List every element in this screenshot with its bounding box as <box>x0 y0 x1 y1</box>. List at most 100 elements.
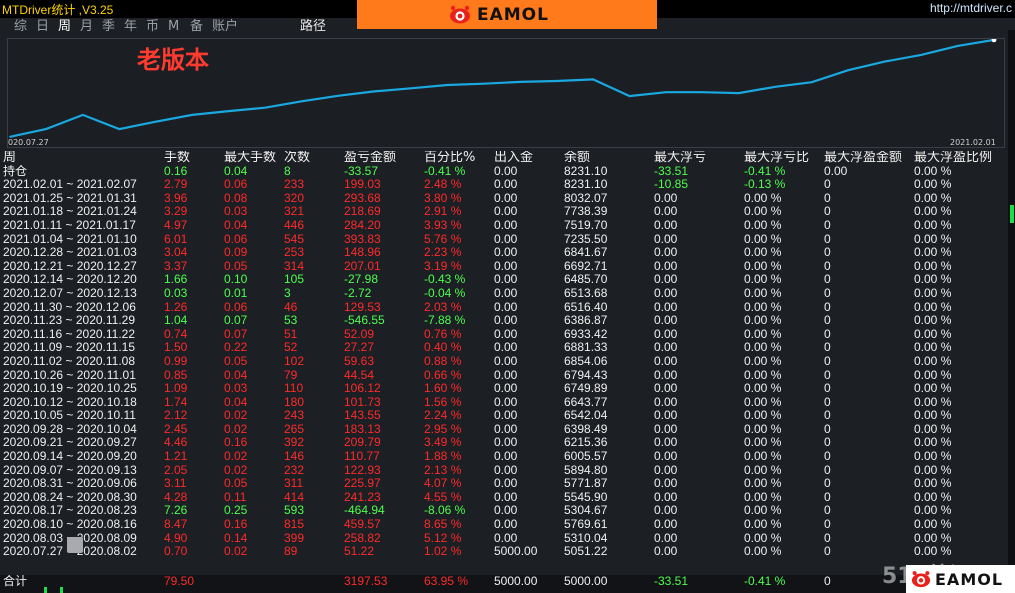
brand-badge: EAMOL <box>906 565 1015 593</box>
table-cell: 0.00 <box>494 191 518 205</box>
table-cell: 0.00 % <box>914 477 952 491</box>
chart-x-start-label: 020.07.27 <box>8 138 49 147</box>
table-row[interactable]: 2020.09.28 ~ 2020.10.04 2.45 0.02 265 183.13… <box>0 423 1008 437</box>
table-cell: 106.12 <box>344 382 381 396</box>
table-cell: 1.50 <box>164 341 188 355</box>
table-cell: 3197.53 <box>344 575 388 588</box>
table-row[interactable]: 2020.11.02 ~ 2020.11.08 0.99 0.05 102 59.63 0… <box>0 355 1008 369</box>
table-cell: 0.70 <box>164 545 188 559</box>
equity-point <box>154 120 157 123</box>
tab-6[interactable]: 币 <box>146 18 159 36</box>
table-cell: 0.00 <box>494 341 518 355</box>
table-cell: 0.66 % <box>424 368 462 382</box>
tab-9[interactable]: 账户 <box>212 18 238 36</box>
table-cell: 0.00 % <box>914 368 952 382</box>
brand-badge-name: EAMOL <box>935 570 1004 589</box>
table-row[interactable]: 2020.09.07 ~ 2020.09.13 2.05 0.02 232 122.93… <box>0 464 1008 478</box>
equity-point <box>410 87 412 90</box>
table-cell: 0.04 <box>224 218 248 232</box>
table-cell: 0.00 % <box>744 490 782 504</box>
tab-2[interactable]: 周 <box>58 18 71 36</box>
table-cell: 0 <box>824 477 831 491</box>
table-row[interactable]: 2021.01.25 ~ 2021.01.31 3.96 0.08 320 293.68… <box>0 192 1008 206</box>
table-row[interactable]: 2020.11.23 ~ 2020.11.29 1.04 0.07 53 -546.55… <box>0 314 1008 328</box>
table-row[interactable]: 2020.10.12 ~ 2020.10.18 1.74 0.04 180 101.73… <box>0 396 1008 410</box>
table-cell: 0 <box>824 286 831 300</box>
table-cell: 0.14 <box>224 531 248 545</box>
table-cell: 5769.61 <box>564 518 608 532</box>
table-cell: 2020.10.26 ~ 2020.11.01 <box>3 368 136 382</box>
tab-path[interactable]: 路径 <box>300 18 326 36</box>
table-cell: 5000.00 <box>494 575 538 588</box>
table-cell: 0 <box>824 178 831 192</box>
table-cell: 0.00 % <box>914 490 952 504</box>
table-row[interactable]: 2020.08.10 ~ 2020.08.16 8.47 0.16 815 459.57… <box>0 518 1008 532</box>
table-row[interactable]: 2021.02.01 ~ 2021.02.07 2.79 0.06 233 199.03… <box>0 178 1008 192</box>
table-row[interactable]: 2020.08.17 ~ 2020.08.23 7.26 0.25 593 -464.9… <box>0 504 1008 518</box>
table-row[interactable]: 2020.10.19 ~ 2020.10.25 1.09 0.03 110 106.12… <box>0 382 1008 396</box>
table-cell: 2020.10.05 ~ 2020.10.11 <box>3 409 136 423</box>
table-row[interactable]: 2020.12.28 ~ 2021.01.03 3.04 0.09 253 148.96… <box>0 246 1008 260</box>
table-cell: 0.02 <box>224 463 248 477</box>
table-cell: 59.63 <box>344 354 375 368</box>
table-row[interactable]: 2020.08.24 ~ 2020.08.30 4.28 0.11 414 241.23… <box>0 491 1008 505</box>
tab-3[interactable]: 月 <box>80 18 93 36</box>
table-row[interactable]: 2020.11.16 ~ 2020.11.22 0.74 0.07 51 52.09 0.… <box>0 328 1008 342</box>
table-cell: 2020.12.28 ~ 2021.01.03 <box>3 246 137 260</box>
table-cell: 0.00 <box>494 286 518 300</box>
website-url[interactable]: http://mtdriver.c <box>930 1 1012 15</box>
table-row[interactable]: 2020.12.14 ~ 2020.12.20 1.66 0.10 105 -27.98… <box>0 273 1008 287</box>
table-row[interactable]: 2020.10.05 ~ 2020.10.11 2.12 0.02 243 143.55… <box>0 409 1008 423</box>
table-row[interactable]: 2020.09.21 ~ 2020.09.27 4.46 0.16 392 209.79… <box>0 436 1008 450</box>
table-cell: 0.00 <box>494 232 518 246</box>
table-cell: 2020.12.07 ~ 2020.12.13 <box>3 286 137 300</box>
tab-0[interactable]: 综 <box>14 18 27 36</box>
eamol-logo-icon <box>450 5 470 24</box>
tab-8[interactable]: 备 <box>190 18 203 36</box>
table-row[interactable]: 2020.11.09 ~ 2020.11.15 1.50 0.22 52 27.27 0.… <box>0 341 1008 355</box>
total-row[interactable]: 合计 79.50 3197.53 63.95 % 5000.00 5000.00 -33.5… <box>0 575 1008 589</box>
table-row[interactable]: 2020.10.26 ~ 2020.11.01 0.85 0.04 79 44.54 0.… <box>0 369 1008 383</box>
table-cell: 0 <box>824 518 831 532</box>
table-cell: 0.00 % <box>914 422 952 436</box>
equity-point <box>628 95 631 97</box>
table-cell: 4.46 <box>164 436 188 450</box>
table-row[interactable]: 2021.01.11 ~ 2021.01.17 4.97 0.04 446 284.20… <box>0 219 1008 233</box>
table-cell: 122.93 <box>344 463 381 477</box>
small-overlay-button[interactable] <box>67 537 83 553</box>
table-cell: 1.02 % <box>424 545 462 559</box>
column-header: 盈亏金额 <box>344 151 397 165</box>
table-cell: -33.51 <box>654 164 689 178</box>
table-cell: 101.73 <box>344 395 381 409</box>
table-row[interactable]: 2020.08.31 ~ 2020.09.06 3.11 0.05 311 225.97… <box>0 477 1008 491</box>
equity-point <box>82 114 84 116</box>
table-cell: 1.26 <box>164 300 188 314</box>
tab-4[interactable]: 季 <box>102 18 115 36</box>
table-cell: 53 <box>284 314 298 328</box>
table-cell: 46 <box>284 300 298 314</box>
table-row[interactable]: 2020.07.27 ~ 2020.08.020.700.028951.221.… <box>0 545 1008 559</box>
table-row[interactable]: 2021.01.04 ~ 2021.01.10 6.01 0.06 545 393.83… <box>0 233 1008 247</box>
side-scroll-thumb[interactable] <box>1010 205 1014 223</box>
table-row[interactable]: 2020.12.21 ~ 2020.12.27 3.37 0.05 314 207.01… <box>0 260 1008 274</box>
table-row[interactable]: 2020.11.30 ~ 2020.12.06 1.26 0.06 46 129.53 2… <box>0 301 1008 315</box>
holding-row[interactable]: 持仓 0.16 0.04 8 -33.57 -0.41 % 0.00 8231.10 -33.5… <box>0 165 1008 179</box>
table-row[interactable]: 2020.09.14 ~ 2020.09.20 1.21 0.02 146 110.77… <box>0 450 1008 464</box>
table-row[interactable]: 2021.01.18 ~ 2021.01.24 3.29 0.03 321 218.69… <box>0 205 1008 219</box>
tab-7[interactable]: M <box>168 18 179 36</box>
tab-1[interactable]: 日 <box>36 18 49 36</box>
equity-point <box>519 81 522 83</box>
column-header: 出入金 <box>494 151 534 165</box>
table-cell: 183.13 <box>344 422 381 436</box>
equity-point <box>920 54 922 56</box>
table-cell: 2020.12.21 ~ 2020.12.27 <box>3 259 137 273</box>
side-scroll-strip[interactable] <box>1008 30 1015 593</box>
table-row[interactable]: 2020.12.07 ~ 2020.12.13 0.03 0.01 3 -2.72 -0.… <box>0 287 1008 301</box>
table-cell: 2.95 % <box>424 422 462 436</box>
table-row[interactable]: 2020.08.03 ~ 2020.08.094.900.14399258.82… <box>0 532 1008 546</box>
table-cell: 0.00 <box>494 477 518 491</box>
table-cell: 314 <box>284 259 305 273</box>
table-cell: 0 <box>824 232 831 246</box>
column-header: 最大浮盈比例 <box>914 151 993 165</box>
tab-5[interactable]: 年 <box>124 18 137 36</box>
